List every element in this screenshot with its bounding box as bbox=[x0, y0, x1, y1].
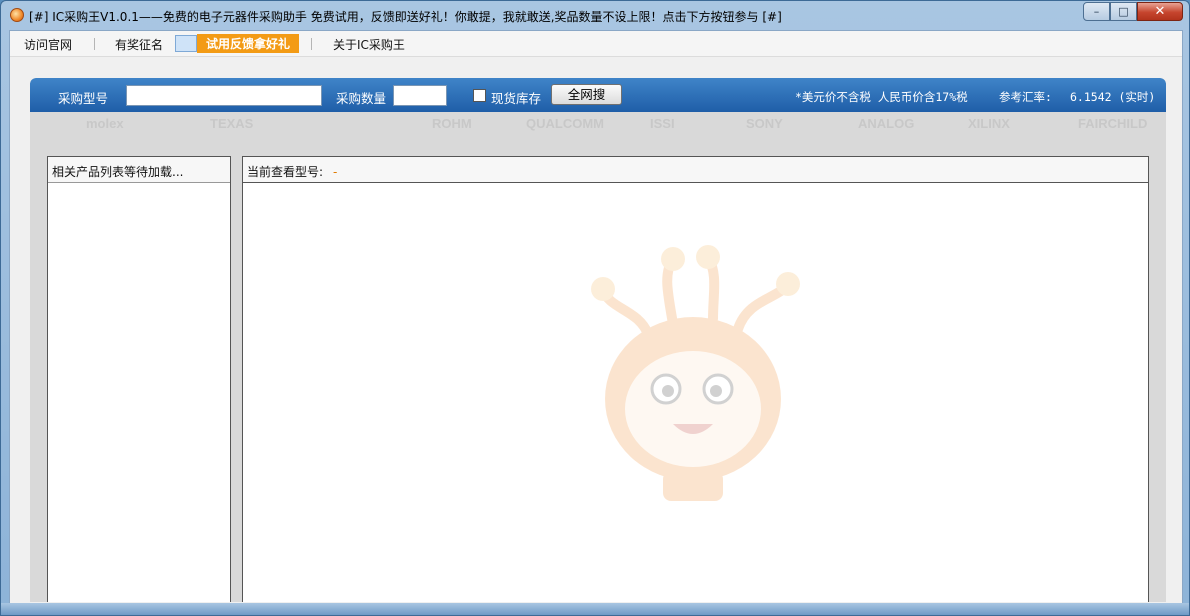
rate-label: 参考汇率: bbox=[999, 90, 1052, 104]
menu-separator bbox=[311, 38, 312, 50]
detail-view-pane[interactable]: 当前查看型号: - bbox=[242, 156, 1149, 602]
product-list-pane[interactable]: 相关产品列表等待加载... bbox=[47, 156, 231, 602]
menu-naming-contest[interactable]: 有奖征名 bbox=[115, 36, 163, 53]
app-logo-icon bbox=[10, 8, 24, 22]
product-list-header: 相关产品列表等待加载... bbox=[48, 157, 230, 183]
client-area: 访问官网 有奖征名 试用反馈拿好礼 关于IC采购王 采购型号 采购数量 现货库存… bbox=[9, 30, 1183, 609]
stock-label: 现货库存 bbox=[491, 91, 542, 106]
menu-about[interactable]: 关于IC采购王 bbox=[333, 36, 405, 53]
brand-logo: SONY bbox=[746, 116, 783, 131]
main-panel: 采购型号 采购数量 现货库存 全网搜 *美元价不含税 人民币价含17%税 参考汇… bbox=[30, 78, 1166, 602]
window-title: [#] IC采购王V1.0.1——免费的电子元器件采购助手 免费试用，反馈即送好… bbox=[29, 10, 782, 24]
menu-selection-box bbox=[175, 35, 197, 52]
app-window: [#] IC采购王V1.0.1——免费的电子元器件采购助手 免费试用，反馈即送好… bbox=[0, 0, 1190, 616]
search-all-button[interactable]: 全网搜 bbox=[551, 84, 622, 105]
brand-logo: QUALCOMM bbox=[526, 116, 604, 131]
stock-checkbox[interactable] bbox=[473, 89, 486, 102]
menu-feedback-gift[interactable]: 试用反馈拿好礼 bbox=[197, 34, 300, 53]
brand-logo: TEXAS bbox=[210, 116, 254, 131]
brand-logo: ISSI bbox=[650, 116, 675, 131]
tax-note: *美元价不含税 人民币价含17%税 bbox=[795, 90, 968, 104]
brand-logo: ANALOG bbox=[858, 116, 915, 131]
menu-visit-website[interactable]: 访问官网 bbox=[24, 36, 72, 53]
brand-watermark-strip: molex TEXAS ROHM QUALCOMM ISSI SONY ANAL… bbox=[30, 112, 1166, 132]
window-bottom-border bbox=[1, 603, 1189, 615]
rate-value: 6.1542 (实时) bbox=[1070, 90, 1156, 104]
close-button[interactable]: ✕ bbox=[1137, 2, 1183, 21]
current-model-label: 当前查看型号: bbox=[247, 165, 324, 179]
model-input[interactable] bbox=[126, 85, 322, 106]
menu-bar: 访问官网 有奖征名 试用反馈拿好礼 关于IC采购王 bbox=[10, 31, 1182, 57]
quantity-input[interactable] bbox=[393, 85, 447, 106]
brand-logo: XILINX bbox=[968, 116, 1010, 131]
current-model-value: - bbox=[333, 165, 338, 179]
quantity-label: 采购数量 bbox=[336, 91, 387, 106]
detail-view-header: 当前查看型号: - bbox=[243, 157, 1148, 183]
mascot-watermark-icon bbox=[591, 245, 800, 501]
title-bar[interactable]: [#] IC采购王V1.0.1——免费的电子元器件采购助手 免费试用，反馈即送好… bbox=[1, 1, 1189, 30]
minimize-button[interactable]: – bbox=[1083, 2, 1110, 21]
search-bar: 采购型号 采购数量 现货库存 全网搜 *美元价不含税 人民币价含17%税 参考汇… bbox=[30, 78, 1166, 112]
brand-logo: ROHM bbox=[432, 116, 472, 131]
menu-separator bbox=[94, 38, 95, 50]
window-controls: – □ ✕ bbox=[1083, 2, 1183, 21]
brand-logo: molex bbox=[86, 116, 124, 131]
brand-logo: FAIRCHILD bbox=[1078, 116, 1148, 131]
maximize-button[interactable]: □ bbox=[1110, 2, 1137, 21]
model-label: 采购型号 bbox=[58, 91, 109, 106]
